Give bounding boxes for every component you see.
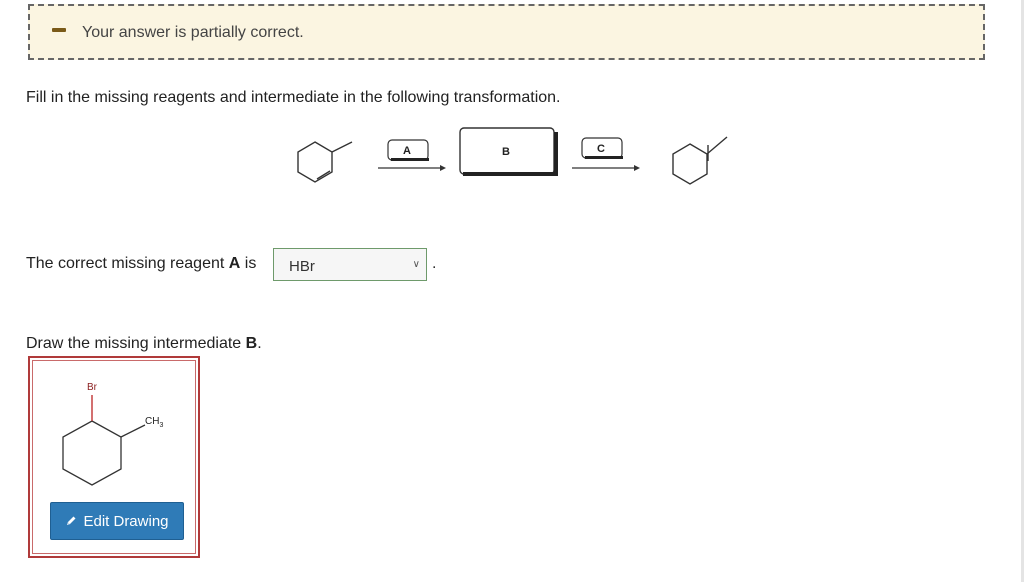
methyl-group-subscript: 3 bbox=[159, 422, 163, 429]
drawing-canvas: Br CH3 Edit Drawing bbox=[32, 360, 196, 554]
intermediate-prompt: Draw the missing intermediate B. bbox=[26, 335, 262, 353]
methyl-group-label: CH3 bbox=[145, 416, 163, 429]
drawing-answer-frame[interactable]: Br CH3 Edit Drawing bbox=[28, 356, 200, 558]
chevron-down-icon: ∨ bbox=[412, 259, 420, 270]
reagent-c-label: C bbox=[597, 143, 605, 155]
intermediate-bold: B bbox=[245, 335, 258, 352]
arrow-a: A bbox=[378, 139, 446, 171]
reagent-a-period: . bbox=[432, 255, 437, 272]
reagent-a-bold: A bbox=[228, 255, 241, 272]
edit-drawing-button[interactable]: Edit Drawing bbox=[50, 502, 184, 540]
reagent-a-text: The correct missing reagent bbox=[26, 255, 229, 272]
bromine-atom-label: Br bbox=[87, 382, 98, 393]
feedback-banner: Your answer is partially correct. bbox=[28, 4, 985, 60]
question-prompt: Fill in the missing reagents and interme… bbox=[26, 89, 561, 106]
reagent-a-selected-value: HBr bbox=[289, 258, 315, 275]
intermediate-b-label: B bbox=[502, 146, 510, 158]
reagent-a-label: A bbox=[403, 145, 411, 157]
methyl-group-text: CH bbox=[145, 416, 159, 427]
intermediate-text: Draw the missing intermediate bbox=[26, 335, 246, 352]
partial-minus-icon bbox=[52, 28, 66, 32]
reaction-scheme: A B C bbox=[297, 127, 728, 185]
feedback-message: Your answer is partially correct. bbox=[82, 24, 304, 41]
reagent-a-select[interactable]: HBr ∨ bbox=[273, 248, 427, 281]
intermediate-b-box: B bbox=[459, 127, 558, 176]
arrow-c: C bbox=[572, 137, 640, 171]
intermediate-suffix: . bbox=[257, 335, 262, 352]
reagent-a-prompt: The correct missing reagent A is bbox=[26, 255, 256, 273]
product-structure bbox=[672, 136, 728, 185]
pencil-icon bbox=[67, 516, 76, 525]
edit-drawing-label: Edit Drawing bbox=[83, 512, 169, 530]
reagent-a-suffix: is bbox=[240, 255, 257, 272]
starting-material-structure bbox=[297, 141, 353, 183]
